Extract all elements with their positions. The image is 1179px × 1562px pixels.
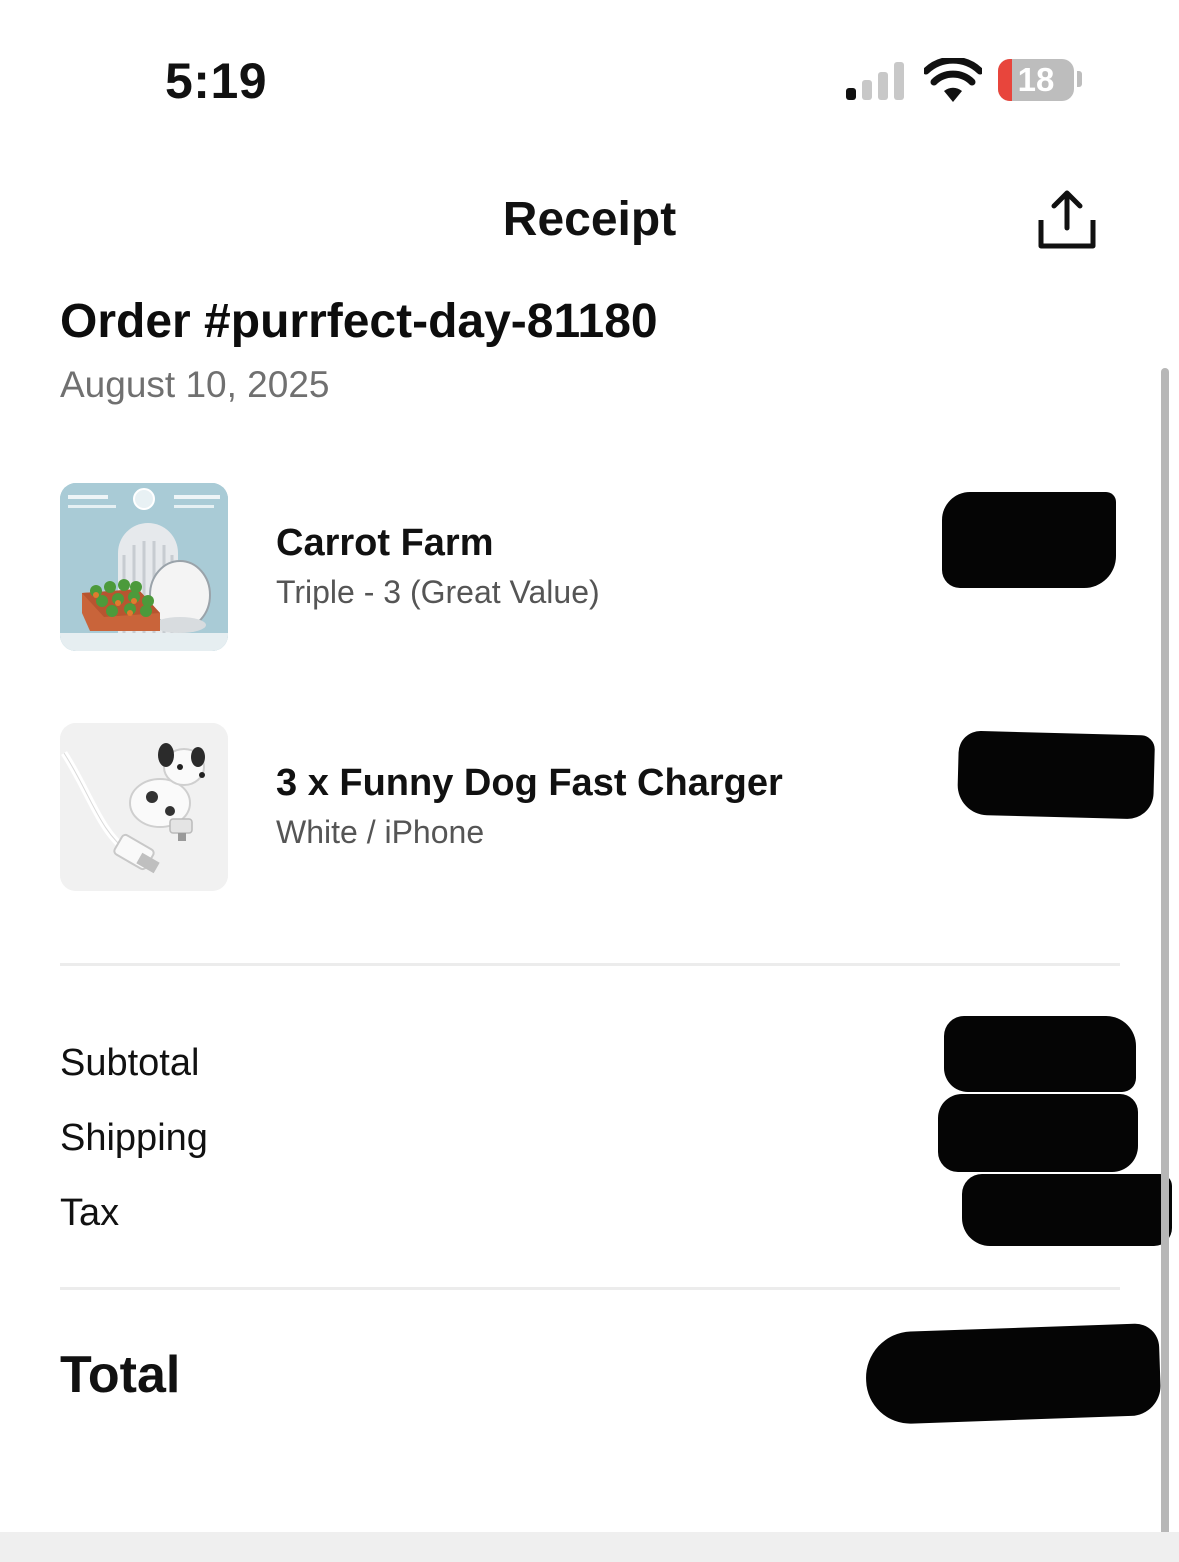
order-date: August 10, 2025	[60, 364, 330, 405]
tax-value-redacted	[962, 1174, 1172, 1246]
tax-label: Tax	[60, 1192, 120, 1234]
wifi-icon	[924, 58, 982, 102]
order-number: Order #purrfect-day-81180	[60, 295, 658, 348]
item-variant: Triple - 3 (Great Value)	[276, 574, 600, 610]
carrot-farm-thumbnail[interactable]	[60, 483, 228, 651]
dog-charger-thumbnail[interactable]	[60, 723, 228, 891]
battery-tip	[1077, 71, 1082, 87]
item-price-redacted	[942, 492, 1116, 588]
item-name: 3 x Funny Dog Fast Charger	[276, 762, 783, 804]
signal-strength-icon	[846, 62, 906, 100]
battery-icon: 18	[998, 59, 1074, 101]
battery-percent: 18	[1017, 61, 1055, 98]
item-name: Carrot Farm	[276, 522, 494, 564]
item-price-redacted	[956, 730, 1156, 820]
item-variant: White / iPhone	[276, 814, 485, 850]
total-value-redacted	[864, 1322, 1162, 1426]
divider	[60, 963, 1120, 966]
divider	[60, 1287, 1120, 1290]
scrollbar[interactable]	[1161, 368, 1169, 1562]
total-label: Total	[60, 1346, 181, 1404]
subtotal-value-redacted	[944, 1016, 1136, 1092]
page-title: Receipt	[502, 193, 677, 246]
status-time: 5:19	[165, 53, 268, 109]
shipping-label: Shipping	[60, 1117, 208, 1159]
subtotal-label: Subtotal	[60, 1042, 200, 1084]
bottom-bar	[0, 1532, 1179, 1562]
shipping-value-redacted	[938, 1094, 1138, 1172]
share-icon[interactable]	[1036, 190, 1098, 250]
